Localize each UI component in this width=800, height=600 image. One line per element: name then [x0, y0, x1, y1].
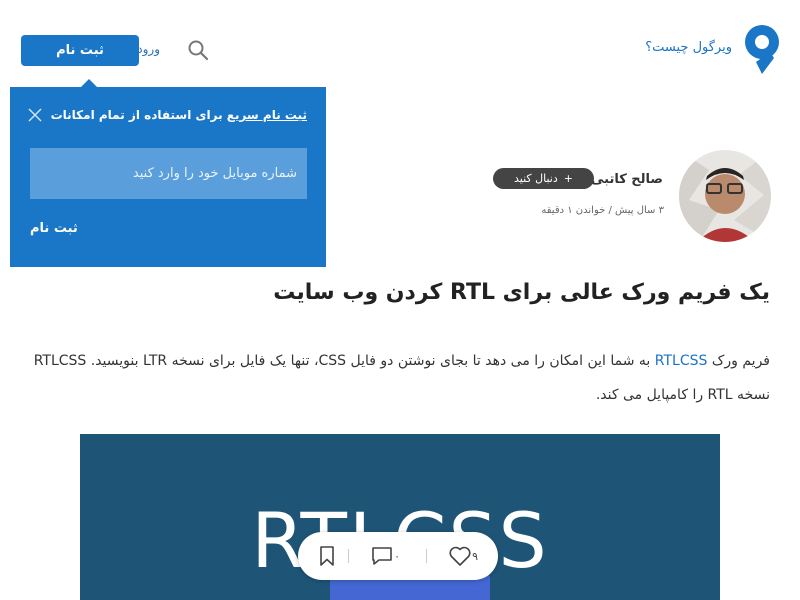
phone-input[interactable]: شماره موبایل خود را وارد کنید: [30, 148, 307, 199]
author-name[interactable]: صالح کاتبی: [591, 172, 663, 187]
what-is-virgool-link[interactable]: ویرگول چیست؟: [645, 40, 732, 55]
popup-signup-button[interactable]: ثبت نام: [30, 221, 78, 236]
bookmark-icon[interactable]: [318, 545, 336, 567]
quick-signup-popup: ثبت نام سریع برای استفاده از تمام امکانا…: [10, 79, 326, 267]
post-action-bar: ۹ ۰: [298, 532, 498, 580]
comment-icon[interactable]: [370, 545, 394, 567]
heart-icon[interactable]: [448, 545, 472, 567]
post-body-intro: فریم ورک: [707, 353, 770, 369]
author-avatar[interactable]: [679, 150, 771, 242]
post-body: فریم ورک RTLCSS به شما این امکان را می د…: [30, 344, 770, 412]
post-title: یک فریم ورک عالی برای RTL کردن وب سایت: [273, 280, 770, 305]
popup-title-rest: برای استفاده از تمام امکانات: [50, 108, 227, 122]
post-meta: ۳ سال پیش / خواندن ۱ دقیقه: [541, 205, 664, 216]
like-group[interactable]: ۹: [448, 544, 484, 568]
divider: [348, 549, 349, 563]
rtlcss-link[interactable]: RTLCSS: [655, 353, 708, 369]
signup-button[interactable]: ثبت نام: [21, 35, 139, 66]
comment-group[interactable]: ۰: [370, 544, 406, 568]
comment-count: ۰: [394, 549, 400, 563]
popup-title: ثبت نام سریع برای استفاده از تمام امکانا…: [51, 108, 307, 122]
divider: [426, 549, 427, 563]
popup-arrow: [81, 79, 97, 87]
like-count: ۹: [472, 549, 478, 563]
popup-title-emphasis: ثبت نام سریع: [226, 108, 307, 122]
close-icon[interactable]: [27, 107, 43, 123]
search-icon[interactable]: [186, 38, 210, 62]
follow-label: دنبال کنید: [514, 172, 558, 185]
follow-button[interactable]: + دنبال کنید: [493, 168, 594, 189]
plus-icon: +: [563, 172, 573, 185]
virgool-logo[interactable]: [740, 22, 784, 76]
bookmark-group[interactable]: [318, 544, 336, 568]
login-link[interactable]: ورود: [136, 42, 160, 56]
